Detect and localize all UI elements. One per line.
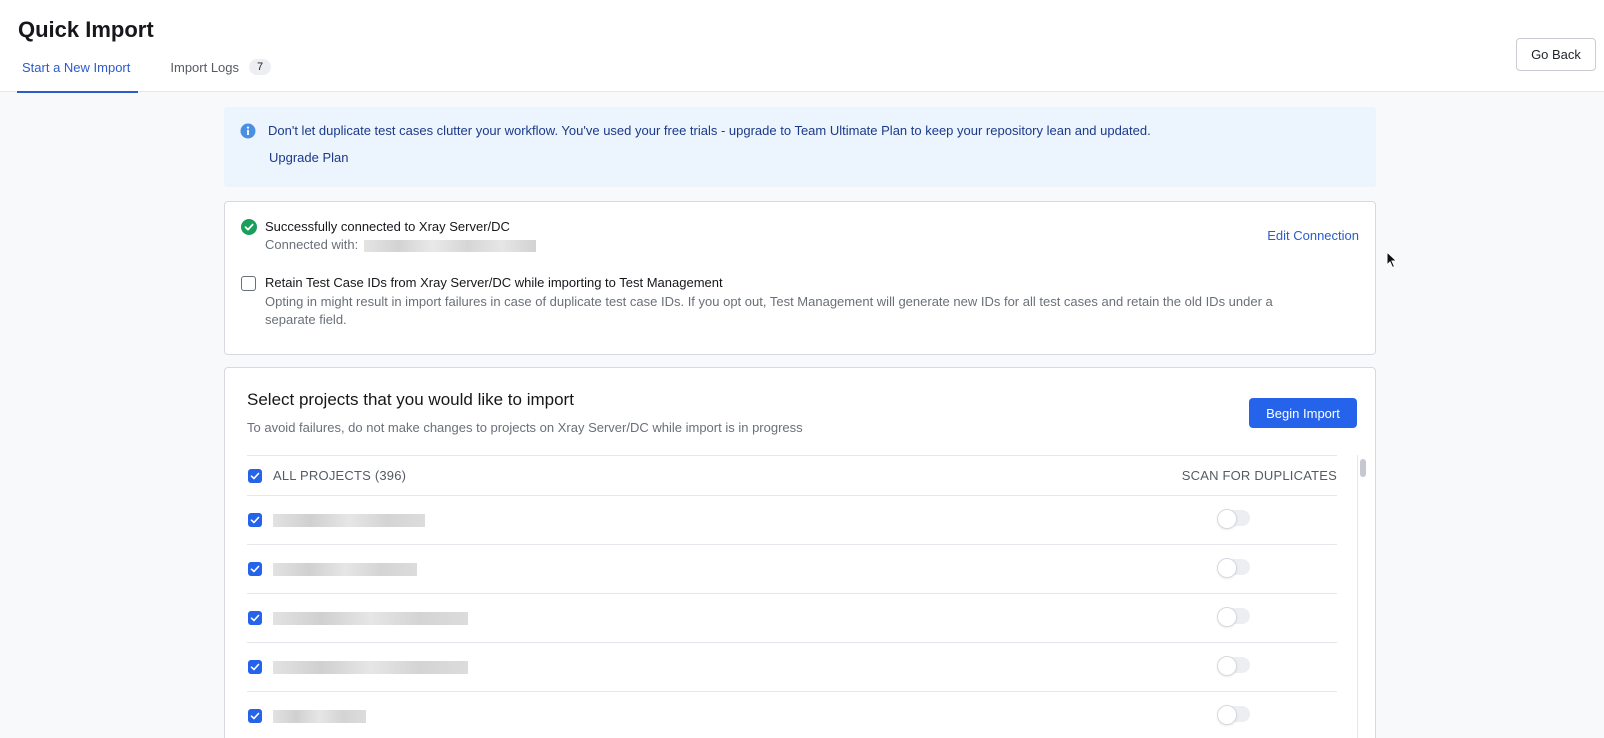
tab-count-badge: 7: [249, 59, 272, 75]
scan-duplicates-toggle[interactable]: [1217, 607, 1250, 627]
tab-label: Import Logs: [170, 60, 240, 75]
mouse-cursor-icon: [1386, 251, 1398, 269]
project-checkbox[interactable]: [248, 611, 262, 625]
scan-duplicates-toggle[interactable]: [1217, 656, 1250, 676]
table-row: [247, 643, 1337, 692]
table-row: [247, 594, 1337, 643]
retain-ids-label: Retain Test Case IDs from Xray Server/DC…: [265, 275, 723, 290]
info-icon: [240, 123, 256, 139]
redacted-project-name: [273, 710, 366, 723]
page-header: Quick Import Start a New Import Import L…: [0, 0, 1604, 93]
project-checkbox[interactable]: [248, 562, 262, 576]
redacted-project-name: [273, 612, 468, 625]
all-projects-header: ALL PROJECTS (396): [273, 468, 407, 483]
projects-subtitle: To avoid failures, do not make changes t…: [247, 420, 803, 435]
tab-label: Start a New Import: [22, 60, 131, 75]
all-projects-checkbox[interactable]: [248, 469, 262, 483]
redacted-project-name: [273, 661, 468, 674]
table-row: [247, 496, 1337, 545]
projects-title: Select projects that you would like to i…: [247, 390, 574, 409]
go-back-button[interactable]: Go Back: [1516, 38, 1596, 71]
checkmark-icon: [250, 663, 260, 671]
scan-duplicates-toggle[interactable]: [1217, 509, 1250, 529]
scan-duplicates-header: SCAN FOR DUPLICATES: [1181, 468, 1337, 483]
table-scrollbar[interactable]: [1357, 455, 1367, 738]
table-row: [247, 692, 1337, 738]
upgrade-banner: Don't let duplicate test cases clutter y…: [224, 107, 1376, 187]
project-checkbox[interactable]: [248, 513, 262, 527]
table-row: [247, 545, 1337, 594]
upgrade-plan-link[interactable]: Upgrade Plan: [269, 150, 349, 165]
page-title: Quick Import: [18, 17, 154, 42]
begin-import-button[interactable]: Begin Import: [1249, 398, 1357, 428]
connection-status: Successfully connected to Xray Server/DC: [265, 219, 510, 234]
check-circle-icon: [241, 219, 257, 235]
checkmark-icon: [250, 614, 260, 622]
checkmark-icon: [250, 472, 260, 480]
checkmark-icon: [250, 516, 260, 524]
connected-with-label: Connected with:: [265, 237, 359, 252]
checkmark-icon: [250, 712, 260, 720]
scrollbar-thumb[interactable]: [1360, 459, 1366, 477]
tab-start-new-import[interactable]: Start a New Import: [16, 56, 139, 93]
tab-import-logs[interactable]: Import Logs 7: [166, 56, 275, 92]
project-checkbox[interactable]: [248, 660, 262, 674]
redacted-project-name: [273, 514, 425, 527]
table-header-row: ALL PROJECTS (396) SCAN FOR DUPLICATES: [247, 456, 1337, 496]
checkmark-icon: [250, 565, 260, 573]
retain-ids-checkbox[interactable]: [241, 276, 256, 291]
scan-duplicates-toggle[interactable]: [1217, 558, 1250, 578]
connected-with: Connected with:: [265, 237, 537, 252]
projects-table: ALL PROJECTS (396) SCAN FOR DUPLICATES: [247, 455, 1337, 738]
banner-message: Don't let duplicate test cases clutter y…: [268, 123, 1151, 138]
connection-card: Successfully connected to Xray Server/DC…: [224, 201, 1376, 355]
scan-duplicates-toggle[interactable]: [1217, 705, 1250, 725]
edit-connection-link[interactable]: Edit Connection: [1267, 228, 1359, 243]
redacted-project-name: [273, 563, 417, 576]
redacted-connection-value: [364, 239, 537, 252]
retain-ids-description: Opting in might result in import failure…: [265, 294, 1273, 327]
tab-bar: Start a New Import Import Logs 7: [16, 56, 307, 93]
project-checkbox[interactable]: [248, 709, 262, 723]
projects-card: Select projects that you would like to i…: [224, 367, 1376, 738]
